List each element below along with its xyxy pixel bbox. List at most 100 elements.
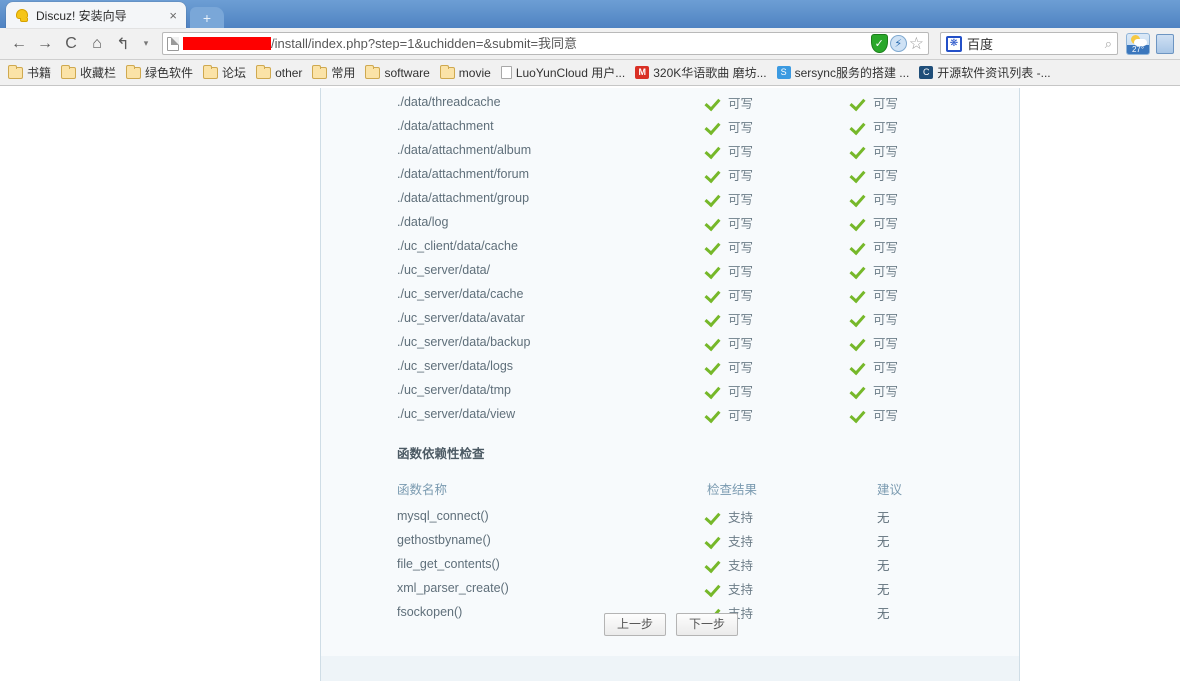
status-required: 可写: [873, 312, 899, 327]
column-header-name: 函数名称: [397, 482, 448, 497]
directory-path: ./data/attachment: [397, 119, 494, 133]
bookmark-item[interactable]: LuoYunCloud 用户...: [497, 62, 631, 83]
function-name: gethostbyname(): [397, 533, 491, 547]
check-icon: [707, 168, 720, 181]
bookmark-item[interactable]: 常用: [308, 62, 361, 83]
bookmark-item[interactable]: 书籍: [4, 62, 57, 83]
bookmark-label: 320K华语歌曲 磨坊...: [653, 66, 767, 80]
folder-icon: [203, 64, 219, 79]
check-icon: [707, 120, 720, 133]
folder-icon: [61, 64, 77, 79]
status-current: 可写: [728, 384, 754, 399]
table-row: ./uc_client/data/cache 可写 可写: [397, 234, 1007, 258]
close-icon[interactable]: ×: [166, 9, 180, 22]
next-step-button[interactable]: 下一步: [676, 613, 739, 636]
bookmark-item[interactable]: C 开源软件资讯列表 -...: [915, 62, 1056, 83]
directory-path: ./uc_server/data/view: [397, 407, 516, 421]
extension-icon[interactable]: [1156, 33, 1174, 54]
directory-path: ./uc_server/data/: [397, 263, 491, 277]
table-row: ./uc_server/data/backup 可写 可写: [397, 330, 1007, 354]
weather-icon[interactable]: 27°: [1126, 32, 1150, 55]
check-icon: [852, 144, 865, 157]
check-icon: [707, 312, 720, 325]
function-result: 支持: [728, 558, 754, 573]
check-icon: [707, 582, 720, 595]
directory-path: ./data/threadcache: [397, 95, 501, 109]
table-row: ./uc_server/data/view 可写 可写: [397, 402, 1007, 426]
blue-site-icon: S: [776, 66, 791, 79]
bookmark-item[interactable]: Ssersync服务的搭建 ...: [773, 62, 916, 83]
reload-icon[interactable]: C: [58, 31, 84, 57]
bookmark-label: 收藏栏: [80, 66, 117, 80]
directory-path: ./data/attachment/forum: [397, 167, 530, 181]
security-shield-icon[interactable]: [870, 34, 888, 53]
chevron-down-icon[interactable]: ▾: [136, 31, 156, 57]
tab-title: Discuz! 安装向导: [36, 8, 127, 23]
status-current: 可写: [728, 192, 754, 207]
status-required: 可写: [873, 216, 899, 231]
bookmark-label: movie: [458, 65, 491, 80]
bookmark-item[interactable]: 收藏栏: [57, 62, 122, 83]
folder-icon: [126, 64, 142, 79]
status-current: 可写: [728, 96, 754, 111]
check-icon: [707, 216, 720, 229]
url-text: /install/index.php?step=1&uchidden=&subm…: [271, 37, 578, 50]
folder-icon: [8, 64, 23, 79]
directory-path: ./uc_server/data/tmp: [397, 383, 511, 397]
directory-path: ./uc_client/data/cache: [397, 239, 518, 253]
search-engine-label: 百度: [967, 37, 994, 52]
dark-site-icon: C: [919, 66, 934, 79]
status-current: 可写: [728, 144, 754, 159]
table-row: ./data/log 可写 可写: [397, 210, 1007, 234]
address-bar[interactable]: /install/index.php?step=1&uchidden=&subm…: [162, 32, 929, 55]
status-current: 可写: [728, 336, 754, 351]
forward-icon[interactable]: →: [32, 31, 58, 57]
bookmark-item[interactable]: software: [361, 64, 435, 82]
bolt-icon[interactable]: ⚡: [889, 35, 907, 52]
bell-icon: [15, 8, 30, 23]
bookmark-item[interactable]: movie: [436, 64, 497, 82]
status-current: 可写: [728, 120, 754, 135]
bookmark-item[interactable]: other: [252, 64, 308, 82]
bookmark-label: sersync服务的搭建 ...: [794, 66, 910, 80]
check-icon: [852, 192, 865, 205]
check-icon: [707, 510, 720, 523]
function-advice: 无: [877, 582, 890, 597]
back-icon[interactable]: ←: [6, 31, 32, 57]
check-icon: [852, 288, 865, 301]
folder-icon: [312, 64, 328, 79]
status-required: 可写: [873, 384, 899, 399]
status-current: 可写: [728, 408, 754, 423]
bookmark-item[interactable]: 绿色软件: [122, 62, 199, 83]
home-icon[interactable]: ⌂: [84, 31, 110, 57]
history-back-icon[interactable]: ↰: [110, 31, 136, 57]
bookmark-item[interactable]: M 320K华语歌曲 磨坊...: [631, 62, 772, 83]
page-footer-strip: [320, 656, 1020, 681]
check-icon: [852, 312, 865, 325]
function-result: 支持: [728, 510, 754, 525]
bookmark-item[interactable]: 论坛: [199, 62, 252, 83]
directory-path: ./data/attachment/album: [397, 143, 532, 157]
status-required: 可写: [873, 144, 899, 159]
search-icon[interactable]: ⌕: [1105, 36, 1112, 52]
directory-path: ./uc_server/data/backup: [397, 335, 531, 349]
check-icon: [852, 168, 865, 181]
function-name: xml_parser_create(): [397, 581, 509, 595]
browser-tab-active[interactable]: Discuz! 安装向导 ×: [6, 2, 186, 28]
function-advice: 无: [877, 558, 890, 573]
page-viewport: ./data/threadcache 可写 可写 ./data/attachment 可…: [0, 88, 1180, 681]
section-title: 函数依赖性检查: [397, 447, 485, 461]
check-icon: [707, 360, 720, 373]
new-tab-button[interactable]: +: [190, 7, 224, 28]
redacted-domain: [183, 37, 271, 50]
function-name: file_get_contents(): [397, 557, 500, 571]
check-icon: [852, 240, 865, 253]
status-required: 可写: [873, 264, 899, 279]
search-box[interactable]: ❋ 百度 ⌕: [940, 32, 1118, 55]
status-required: 可写: [873, 240, 899, 255]
install-wizard-panel: ./data/threadcache 可写 可写 ./data/attachment 可…: [320, 88, 1020, 656]
previous-step-button[interactable]: 上一步: [603, 613, 666, 636]
function-table-header: 函数名称 检查结果 建议: [397, 476, 1007, 500]
directory-path: ./uc_server/data/logs: [397, 359, 514, 373]
bookmark-star-icon[interactable]: ☆: [909, 35, 924, 52]
